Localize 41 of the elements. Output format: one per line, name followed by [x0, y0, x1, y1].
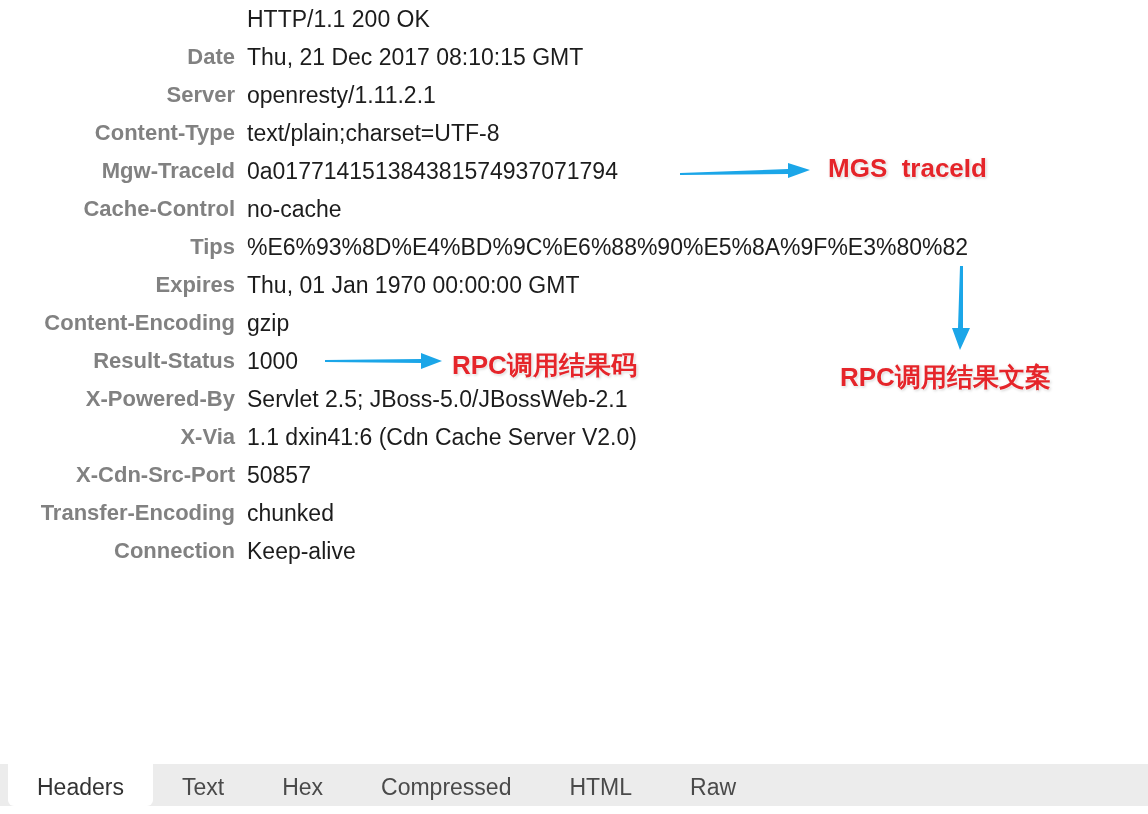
header-value: chunked [247, 499, 334, 527]
header-value: no-cache [247, 195, 342, 223]
header-value: gzip [247, 309, 290, 337]
arrow-icon [680, 162, 810, 180]
view-tab[interactable]: HTML [540, 764, 662, 806]
annotation-label: RPC调用结果码 [452, 352, 637, 378]
arrow-icon [950, 266, 972, 350]
header-value: 0a017714151384381574937071794 [247, 157, 618, 185]
header-name: Content-Encoding [44, 310, 235, 336]
header-name: Tips [190, 234, 235, 260]
header-name: Content-Type [94, 120, 235, 146]
header-name: Connection [114, 538, 235, 564]
view-tab[interactable]: Raw [661, 764, 766, 806]
annotation-label: MGS traceId [828, 155, 987, 181]
header-name: Server [166, 82, 235, 108]
header-name: Transfer-Encoding [40, 500, 235, 526]
header-value: 50857 [247, 461, 311, 489]
header-value: 1.1 dxin41:6 (Cdn Cache Server V2.0) [247, 423, 637, 451]
header-name: Result-Status [93, 348, 235, 374]
view-tab[interactable]: Headers [8, 764, 153, 806]
header-value: 1000 [247, 347, 299, 375]
view-tab[interactable]: Hex [253, 764, 353, 806]
header-value: %E6%93%8D%E4%BD%9C%E6%88%90%E5%8A%9F%E3%80%82 [247, 233, 969, 261]
header-name: Mgw-TraceId [101, 158, 235, 184]
annotation-label: RPC调用结果文案 [840, 364, 1051, 390]
header-name: X-Cdn-Src-Port [76, 462, 235, 488]
status-line: HTTP/1.1 200 OK [247, 5, 430, 33]
header-name: Expires [155, 272, 235, 298]
header-value: text/plain;charset=UTF-8 [247, 119, 500, 147]
view-tab[interactable]: Compressed [352, 764, 541, 806]
header-value: Thu, 21 Dec 2017 08:10:15 GMT [247, 43, 584, 71]
header-name: Cache-Control [83, 196, 235, 222]
header-name: X-Via [180, 424, 235, 450]
header-name: Date [187, 44, 235, 70]
header-name: X-Powered-By [85, 386, 235, 412]
header-value: Thu, 01 Jan 1970 00:00:00 GMT [247, 271, 580, 299]
header-value: openresty/1.11.2.1 [247, 81, 436, 109]
arrow-icon [325, 353, 442, 369]
header-value: Servlet 2.5; JBoss-5.0/JBossWeb-2.1 [247, 385, 628, 413]
view-tab[interactable]: Text [152, 764, 254, 806]
header-value: Keep-alive [247, 537, 356, 565]
